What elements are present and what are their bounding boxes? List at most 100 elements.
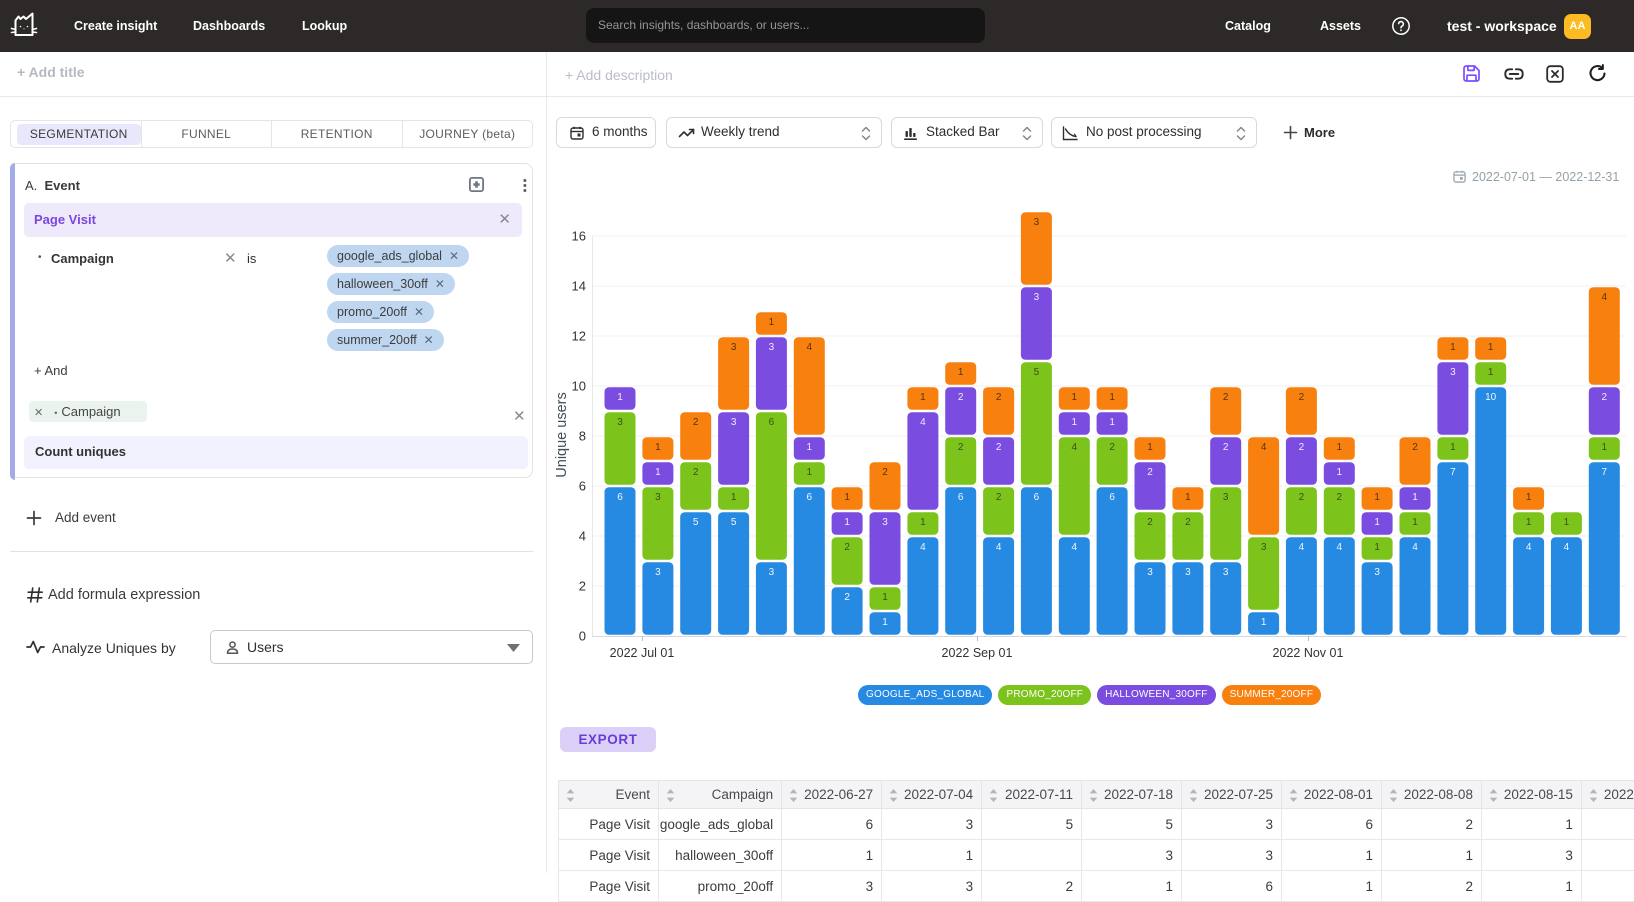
svg-text:1: 1 — [1374, 542, 1380, 553]
svg-text:3: 3 — [769, 342, 775, 353]
svg-text:1: 1 — [655, 467, 661, 478]
svg-text:2022 Jul 01: 2022 Jul 01 — [610, 646, 675, 660]
svg-text:1: 1 — [1109, 417, 1115, 428]
svg-text:4: 4 — [1564, 542, 1570, 553]
svg-text:2: 2 — [882, 467, 888, 478]
svg-text:3: 3 — [655, 567, 661, 578]
svg-text:10: 10 — [572, 379, 586, 394]
svg-text:2: 2 — [693, 467, 699, 478]
svg-text:3: 3 — [1147, 567, 1153, 578]
svg-text:3: 3 — [1223, 492, 1229, 503]
svg-text:3: 3 — [731, 417, 737, 428]
svg-text:2: 2 — [1223, 392, 1229, 403]
svg-text:3: 3 — [1374, 567, 1380, 578]
svg-text:4: 4 — [1261, 442, 1267, 453]
svg-text:2022 Nov 01: 2022 Nov 01 — [1273, 646, 1344, 660]
svg-text:1: 1 — [920, 517, 926, 528]
svg-text:1: 1 — [1374, 492, 1380, 503]
svg-text:1: 1 — [1526, 517, 1532, 528]
svg-text:4: 4 — [1072, 442, 1078, 453]
svg-text:1: 1 — [1147, 442, 1153, 453]
svg-text:3: 3 — [1034, 292, 1040, 303]
svg-text:1: 1 — [1450, 442, 1456, 453]
svg-text:4: 4 — [996, 542, 1002, 553]
svg-text:5: 5 — [1034, 367, 1040, 378]
svg-text:4: 4 — [1412, 542, 1418, 553]
svg-text:2022 Sep 01: 2022 Sep 01 — [942, 646, 1013, 660]
svg-text:4: 4 — [1072, 542, 1078, 553]
svg-text:8: 8 — [579, 429, 586, 444]
svg-text:3: 3 — [769, 567, 775, 578]
svg-text:0: 0 — [579, 629, 586, 644]
svg-text:6: 6 — [807, 492, 813, 503]
svg-text:2: 2 — [958, 442, 964, 453]
svg-text:2: 2 — [844, 542, 850, 553]
svg-text:1: 1 — [1072, 417, 1078, 428]
svg-text:1: 1 — [882, 592, 888, 603]
svg-text:1: 1 — [1488, 367, 1494, 378]
svg-text:1: 1 — [958, 367, 964, 378]
svg-text:1: 1 — [807, 467, 813, 478]
svg-text:1: 1 — [1564, 517, 1570, 528]
svg-text:2: 2 — [1299, 392, 1305, 403]
svg-text:6: 6 — [958, 492, 964, 503]
svg-text:2: 2 — [579, 579, 586, 594]
svg-text:6: 6 — [1109, 492, 1115, 503]
svg-text:1: 1 — [1602, 442, 1608, 453]
svg-text:5: 5 — [693, 517, 699, 528]
svg-text:6: 6 — [1034, 492, 1040, 503]
svg-text:4: 4 — [1299, 542, 1305, 553]
svg-text:4: 4 — [1602, 292, 1608, 303]
svg-text:1: 1 — [844, 492, 850, 503]
svg-text:4: 4 — [1337, 542, 1343, 553]
svg-text:4: 4 — [579, 529, 586, 544]
svg-text:1: 1 — [769, 317, 775, 328]
svg-text:1: 1 — [920, 392, 926, 403]
svg-text:4: 4 — [920, 542, 926, 553]
svg-text:3: 3 — [1223, 567, 1229, 578]
svg-text:4: 4 — [807, 342, 813, 353]
svg-text:1: 1 — [731, 492, 737, 503]
svg-text:4: 4 — [920, 417, 926, 428]
svg-text:12: 12 — [572, 329, 586, 344]
svg-text:16: 16 — [572, 229, 586, 244]
svg-text:2: 2 — [1185, 517, 1191, 528]
svg-text:5: 5 — [731, 517, 737, 528]
svg-text:2: 2 — [1337, 492, 1343, 503]
svg-text:2: 2 — [1223, 442, 1229, 453]
svg-text:2: 2 — [996, 392, 1002, 403]
svg-text:2: 2 — [693, 417, 699, 428]
svg-text:2: 2 — [958, 392, 964, 403]
svg-text:2: 2 — [1299, 442, 1305, 453]
svg-text:1: 1 — [1337, 442, 1343, 453]
svg-text:1: 1 — [1412, 492, 1418, 503]
svg-text:3: 3 — [655, 492, 661, 503]
svg-text:1: 1 — [1109, 392, 1115, 403]
svg-text:6: 6 — [617, 492, 623, 503]
svg-text:6: 6 — [769, 417, 775, 428]
svg-text:2: 2 — [996, 442, 1002, 453]
svg-text:1: 1 — [1072, 392, 1078, 403]
svg-text:7: 7 — [1450, 467, 1456, 478]
svg-text:2: 2 — [1602, 392, 1608, 403]
svg-text:1: 1 — [1374, 517, 1380, 528]
svg-text:1: 1 — [1337, 467, 1343, 478]
svg-text:3: 3 — [617, 417, 623, 428]
svg-text:7: 7 — [1602, 467, 1608, 478]
svg-text:3: 3 — [882, 517, 888, 528]
svg-text:1: 1 — [1185, 492, 1191, 503]
svg-text:1: 1 — [1450, 342, 1456, 353]
svg-text:2: 2 — [1147, 467, 1153, 478]
svg-text:Unique users: Unique users — [554, 392, 570, 477]
svg-text:3: 3 — [1034, 217, 1040, 228]
svg-text:2: 2 — [1109, 442, 1115, 453]
svg-text:3: 3 — [1185, 567, 1191, 578]
svg-text:3: 3 — [1450, 367, 1456, 378]
svg-text:2: 2 — [1412, 442, 1418, 453]
svg-text:1: 1 — [1526, 492, 1532, 503]
svg-text:10: 10 — [1485, 392, 1497, 403]
svg-text:3: 3 — [731, 342, 737, 353]
svg-text:1: 1 — [844, 517, 850, 528]
svg-text:3: 3 — [1261, 542, 1267, 553]
svg-text:1: 1 — [655, 442, 661, 453]
